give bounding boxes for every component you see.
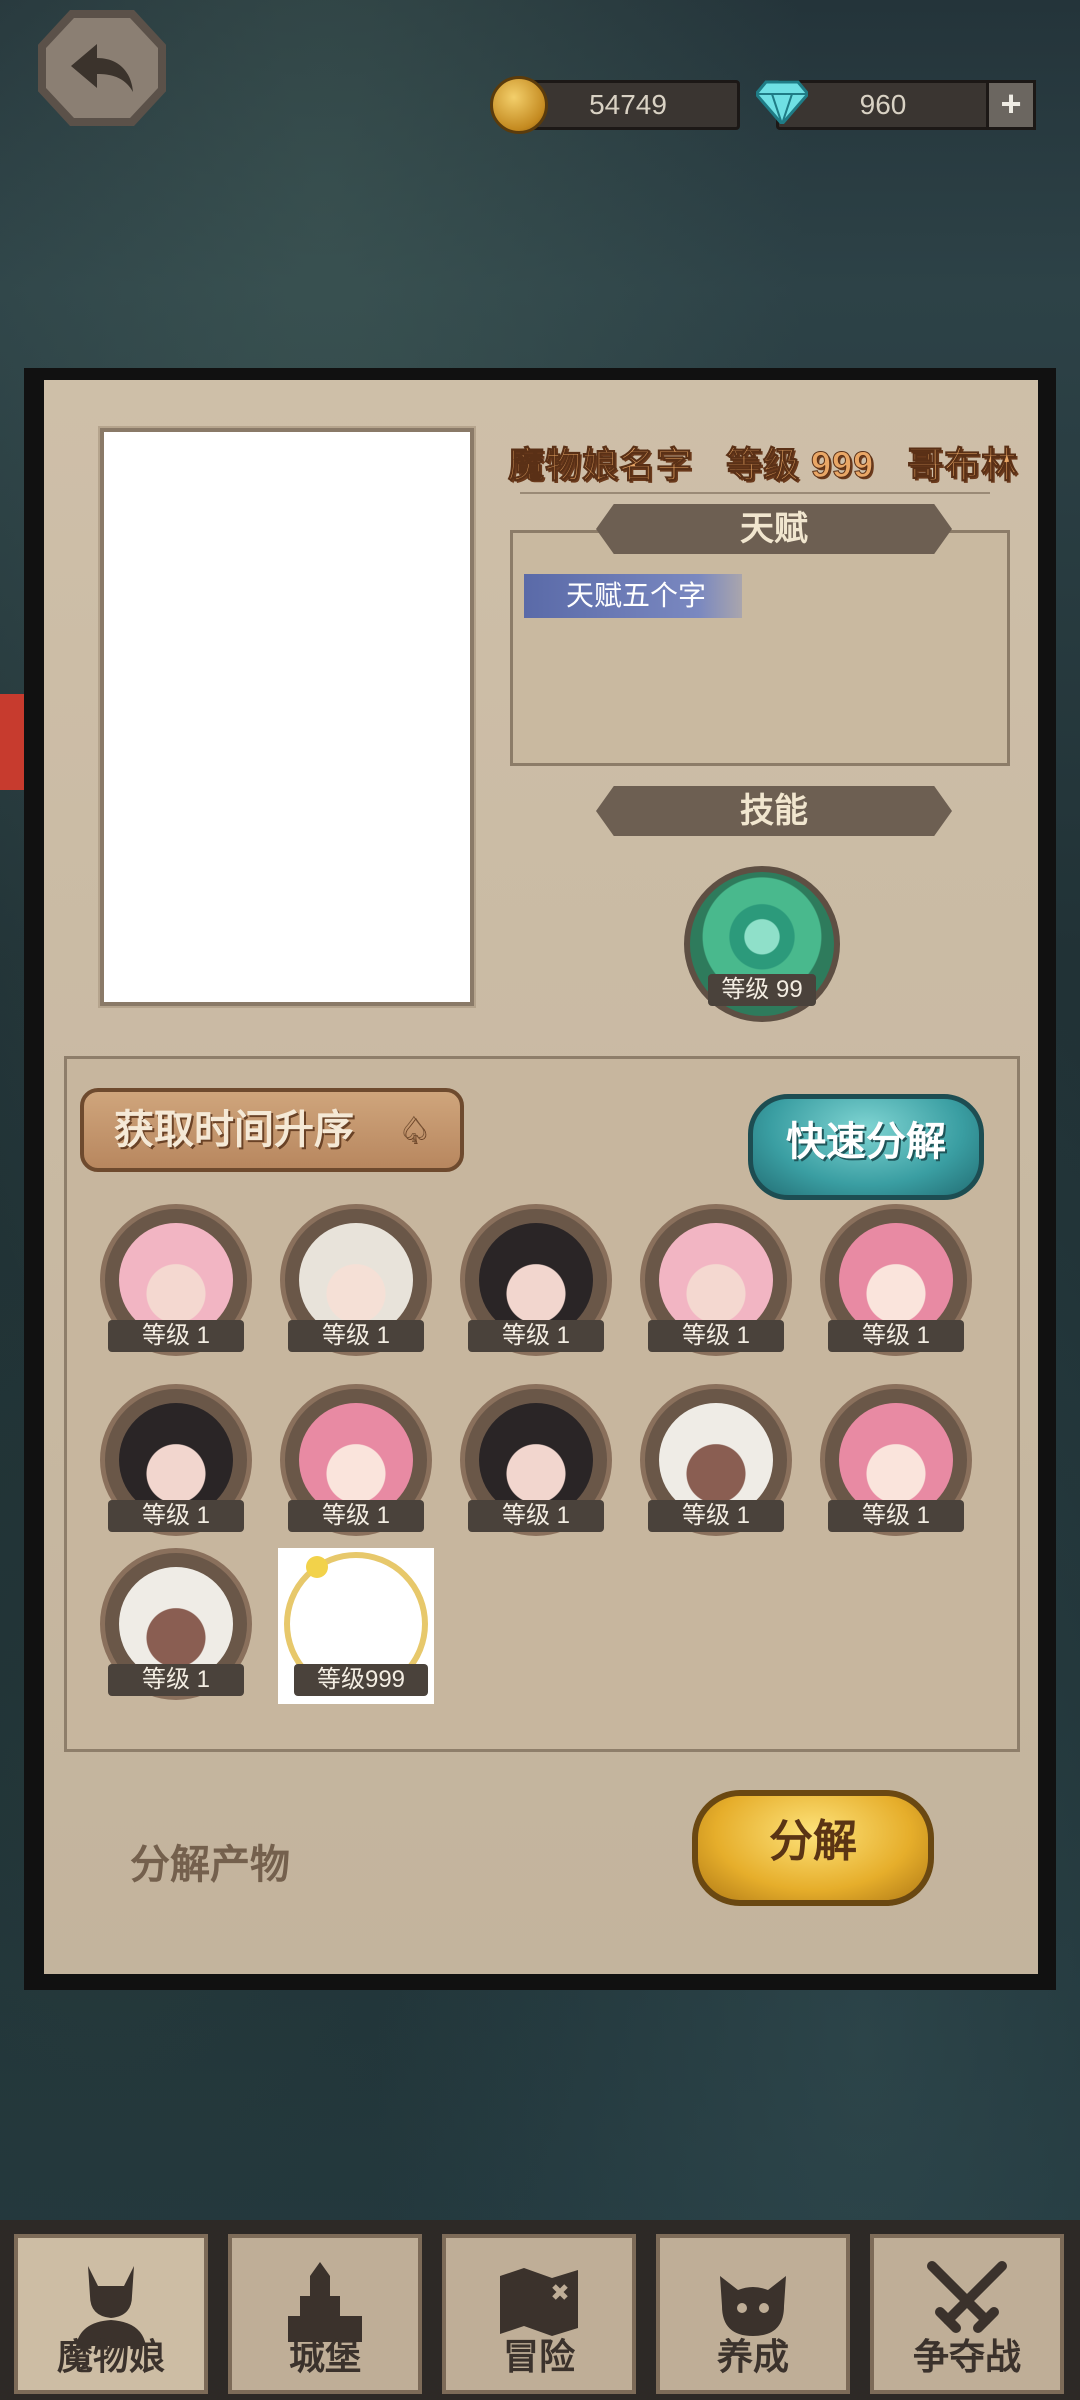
card-level: 等级 1 [828, 1320, 964, 1352]
nav-tab-monster-girl[interactable]: 魔物娘 [14, 2234, 208, 2394]
sort-button[interactable]: 获取时间升序 ♤ [80, 1088, 464, 1172]
card-level: 等级 1 [288, 1500, 424, 1532]
coin-icon [490, 76, 548, 134]
monster-card[interactable]: 等级 1 [460, 1204, 612, 1356]
character-name: 魔物娘名字 [507, 444, 694, 486]
spade-icon: ♤ [397, 1109, 430, 1150]
card-level: 等级 1 [108, 1500, 244, 1532]
monster-card[interactable]: 等级 1 [460, 1384, 612, 1536]
skill-title: 技能 [596, 786, 952, 836]
skill-level: 等级 99 [708, 974, 816, 1006]
selected-slot[interactable]: 等级999 [278, 1548, 434, 1704]
diamond-counter: 960 [776, 80, 990, 130]
card-level: 等级 1 [288, 1320, 424, 1352]
character-header: 魔物娘名字 等级 999 哥布林 [507, 436, 1017, 488]
monster-card[interactable]: 等级 1 [100, 1204, 252, 1356]
monster-card[interactable]: 等级 1 [280, 1384, 432, 1536]
product-label: 分解产物 [130, 1843, 290, 1887]
nav-tab-label: 争夺战 [912, 2336, 1021, 2377]
monster-card[interactable]: 等级 1 [820, 1384, 972, 1536]
monster-card[interactable]: 等级 1 [640, 1204, 792, 1356]
nav-tab-castle[interactable]: 城堡 [228, 2234, 422, 2394]
character-level: 等级 999 [726, 444, 875, 486]
character-portrait [100, 428, 474, 1006]
talent-title: 天赋 [596, 504, 952, 554]
back-arrow-icon [71, 44, 133, 92]
monster-card[interactable]: 等级 1 [280, 1204, 432, 1356]
nav-tab-label: 魔物娘 [56, 2336, 165, 2377]
nav-tab-crossed-swords[interactable]: 争夺战 [870, 2234, 1064, 2394]
monster-card[interactable]: 等级 1 [640, 1384, 792, 1536]
monster-card[interactable]: 等级 1 [820, 1204, 972, 1356]
header-divider [520, 492, 990, 494]
nav-tab-label: 养成 [716, 2336, 789, 2377]
card-level: 等级 1 [468, 1500, 604, 1532]
nav-tab-cat[interactable]: 养成 [656, 2234, 850, 2394]
skill-icon[interactable]: 等级 99 [684, 866, 840, 1022]
talent-box [510, 530, 1010, 766]
talent-tag: 天赋五个字 [524, 574, 742, 618]
selection-pin-icon [306, 1556, 328, 1578]
card-level: 等级 1 [108, 1320, 244, 1352]
sort-label: 获取时间升序 [114, 1108, 354, 1152]
add-diamonds-button[interactable]: + [986, 80, 1036, 130]
card-level: 等级 1 [108, 1664, 244, 1696]
gold-counter: 54749 [516, 80, 740, 130]
gold-value: 54749 [589, 89, 667, 120]
nav-tab-label: 冒险 [502, 2336, 575, 2377]
selected-level: 等级999 [294, 1664, 428, 1696]
diamond-value: 960 [859, 89, 907, 120]
back-button[interactable] [38, 10, 166, 126]
monster-card[interactable]: 等级 1 [100, 1548, 252, 1700]
character-race: 哥布林 [907, 444, 1019, 486]
card-level: 等级 1 [648, 1320, 784, 1352]
diamond-icon [756, 80, 808, 124]
card-level: 等级 1 [828, 1500, 964, 1532]
decompose-button[interactable]: 分解 [692, 1790, 934, 1906]
nav-tab-label: 城堡 [288, 2336, 361, 2377]
card-level: 等级 1 [648, 1500, 784, 1532]
nav-tab-map[interactable]: 冒险 [442, 2234, 636, 2394]
monster-card[interactable]: 等级 1 [100, 1384, 252, 1536]
quick-decompose-button[interactable]: 快速分解 [748, 1094, 984, 1200]
card-level: 等级 1 [468, 1320, 604, 1352]
